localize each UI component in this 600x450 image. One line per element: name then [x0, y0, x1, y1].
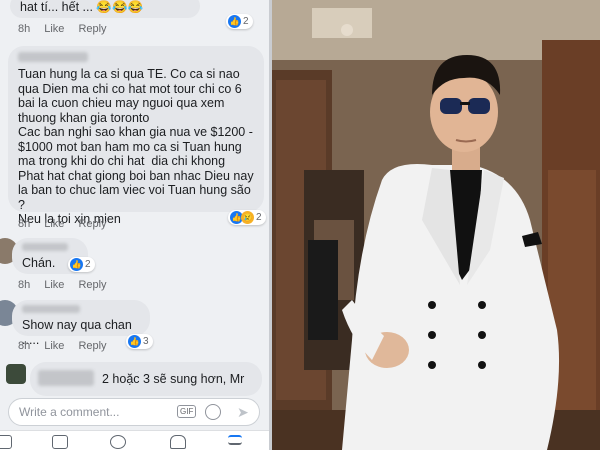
reaction-count[interactable]: 👍 2	[226, 14, 253, 29]
gif-icon[interactable]: GIF	[177, 405, 197, 418]
blurred-author-name	[38, 370, 94, 386]
comment-time: 8h	[18, 279, 31, 291]
comment-meta: 8h Like Reply	[18, 218, 107, 230]
comment-bubble-top: hat tí... hết ... 😂😂😂	[10, 0, 200, 18]
reaction-count[interactable]: 👍 3	[126, 334, 153, 349]
comment-bubble: 2 hoặc 3 sẽ sung hơn, Mr	[30, 362, 262, 396]
sad-face-icon: 😢	[241, 211, 254, 224]
blurred-author-name	[22, 243, 68, 251]
comment-bubble: Show nay qua chan .....	[12, 300, 150, 347]
comment-meta: 8h Like Reply	[18, 340, 107, 352]
reaction-number: 2	[85, 259, 91, 270]
notifications-icon[interactable]	[170, 435, 186, 449]
comment-time: 8h	[18, 218, 31, 230]
blurred-author-name	[18, 52, 88, 62]
singer-photo-illustration	[272, 0, 600, 450]
like-icon: 👍	[128, 335, 141, 348]
reaction-number: 3	[143, 336, 149, 347]
facebook-comments-panel: hat tí... hết ... 😂😂😂 👍 2 8h Like Reply …	[0, 0, 272, 450]
like-link[interactable]: Like	[44, 340, 64, 352]
like-link[interactable]: Like	[44, 218, 64, 230]
groups-icon[interactable]	[110, 435, 126, 449]
reaction-number: 2	[256, 212, 262, 223]
emoji-icon[interactable]	[205, 404, 221, 420]
send-icon[interactable]: ➤	[237, 404, 249, 421]
comment-input-placeholder: Write a comment...	[19, 405, 120, 419]
like-link[interactable]: Like	[44, 279, 64, 291]
like-icon: 👍	[70, 258, 83, 271]
reply-link[interactable]: Reply	[78, 218, 106, 230]
comment-text: 2 hoặc 3 sẽ sung hơn, Mr	[102, 372, 245, 386]
blurred-author-name	[22, 305, 80, 313]
reply-link[interactable]: Reply	[78, 23, 106, 35]
comment-input[interactable]: Write a comment... GIF ➤	[8, 398, 260, 426]
comment-text: Tuan hung la ca si qua TE. Co ca si nao …	[18, 67, 254, 226]
reaction-number: 2	[243, 16, 249, 27]
reaction-count[interactable]: 👍 2	[68, 257, 95, 272]
home-icon[interactable]	[0, 435, 12, 449]
menu-icon[interactable]	[228, 435, 242, 445]
comment-text: hat tí... hết ... 😂😂😂	[20, 0, 144, 14]
comment-meta: 8h Like Reply	[18, 23, 107, 35]
avatar[interactable]	[6, 364, 26, 384]
bottom-navigation	[0, 430, 269, 450]
like-link[interactable]: Like	[44, 23, 64, 35]
comment-time: 8h	[18, 23, 31, 35]
singer-photo	[272, 0, 600, 450]
reaction-count[interactable]: 👍 😢 2	[228, 210, 266, 225]
comment-bubble: Tuan hung la ca si qua TE. Co ca si nao …	[8, 46, 264, 226]
marketplace-icon[interactable]	[52, 435, 68, 449]
like-icon: 👍	[228, 15, 241, 28]
comment-meta: 8h Like Reply	[18, 279, 107, 291]
comment-time: 8h	[18, 340, 31, 352]
reply-link[interactable]: Reply	[78, 340, 106, 352]
reply-link[interactable]: Reply	[78, 279, 106, 291]
